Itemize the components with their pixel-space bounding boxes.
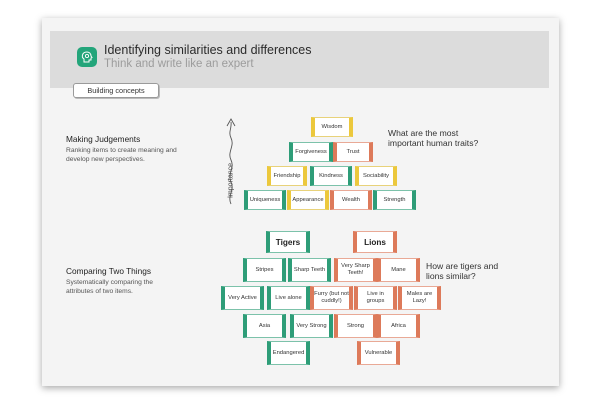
lion-block-mane: Mane	[377, 258, 420, 282]
pyramid-block-trust: Trust	[333, 142, 373, 162]
lion-block-strong: Strong	[334, 314, 377, 338]
head-gears-icon	[77, 47, 97, 67]
comparing-two-things-title: Comparing Two Things	[66, 266, 152, 276]
building-concepts-button[interactable]: Building concepts	[73, 83, 159, 98]
pyramid-block-forgiveness: Forgiveness	[289, 142, 333, 162]
pyramid-block-kindness: Kindness	[310, 166, 352, 186]
lion-block-males-are-lazy: Males are Lazy!	[398, 286, 441, 310]
tigers-lions-question: How are tigers and lions similar?	[426, 261, 499, 281]
pyramid-block-wealth: Wealth	[330, 190, 372, 210]
pyramid-block-sociability: Sociability	[355, 166, 397, 186]
lion-block-furry: Furry (but not cuddly!)	[310, 286, 353, 310]
tigers-heading: Tigers	[266, 231, 310, 253]
lion-block-very-sharp-teeth: Very Sharp Teeth!	[334, 258, 377, 282]
page-subtitle: Think and write like an expert	[104, 58, 254, 70]
pyramid-block-uniqueness: Uniqueness	[244, 190, 286, 210]
pyramid-block-wisdom: Wisdom	[311, 117, 353, 137]
pyramid-block-friendship: Friendship	[267, 166, 307, 186]
tiger-block-endangered: Endangered	[267, 341, 310, 365]
human-traits-question: What are the most important human traits…	[388, 128, 479, 148]
making-judgements-title: Making Judgements	[66, 134, 141, 144]
comparing-two-things-description: Systematically comparing the attributes …	[66, 279, 153, 295]
tiger-block-sharp-teeth: Sharp Teeth	[288, 258, 331, 282]
importance-axis-label: Importance	[227, 162, 235, 199]
pyramid-block-appearance: Appearance	[287, 190, 329, 210]
tiger-block-very-strong: Very Strong	[290, 314, 333, 338]
tiger-block-live-alone: Live alone	[267, 286, 310, 310]
lion-block-live-in-groups: Live in groups	[354, 286, 397, 310]
making-judgements-description: Ranking items to create meaning and deve…	[66, 147, 177, 163]
tiger-block-stripes: Stripes	[243, 258, 286, 282]
page-title: Identifying similarities and differences	[104, 43, 312, 57]
tiger-block-asia: Asia	[243, 314, 286, 338]
lions-heading: Lions	[353, 231, 397, 253]
pyramid-block-strength: Strength	[373, 190, 416, 210]
lion-block-vulnerable: Vulnerable	[357, 341, 400, 365]
lion-block-africa: Africa	[377, 314, 420, 338]
tiger-block-very-active: Very Active	[221, 286, 264, 310]
